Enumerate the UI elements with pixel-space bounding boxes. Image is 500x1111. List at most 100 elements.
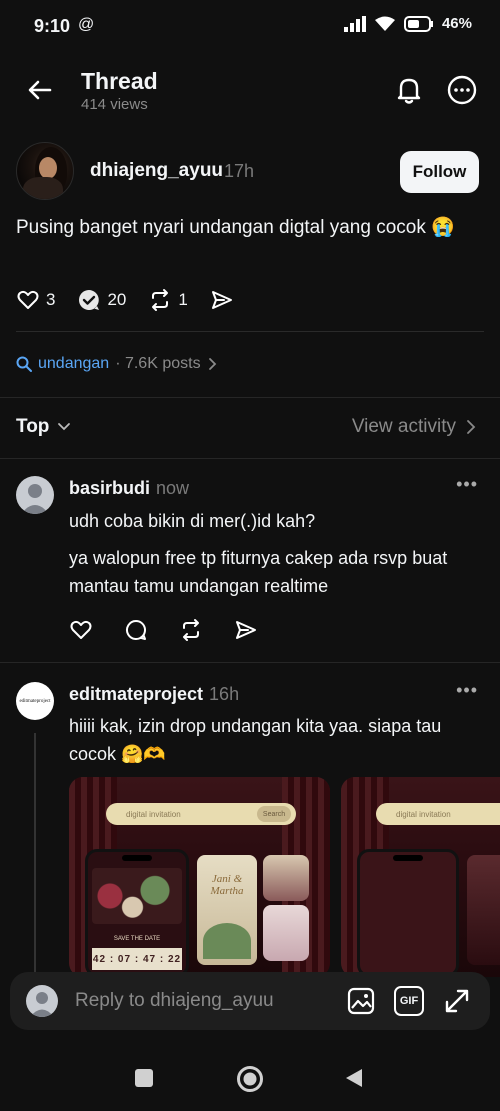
search-icon xyxy=(16,356,32,372)
repost-count: 1 xyxy=(178,290,188,309)
phone-mockup xyxy=(357,849,459,977)
post-actions: 3 20 1 xyxy=(16,286,256,314)
my-avatar xyxy=(26,985,58,1017)
reply-count: 20 xyxy=(107,290,127,309)
view-count: 414 views xyxy=(81,96,148,113)
status-time: 9:10 xyxy=(34,16,71,36)
signal-icon xyxy=(343,15,366,32)
sort-dropdown[interactable]: Top xyxy=(16,416,71,438)
reply-text: udh coba bikin di mer(.)id kah? xyxy=(69,511,316,531)
reply-username[interactable]: editmateproject 16h xyxy=(69,684,239,705)
like-button[interactable]: 3 xyxy=(16,288,55,312)
divider xyxy=(16,331,484,332)
topic-post-count: · 7.6K posts xyxy=(115,355,201,372)
repost-icon xyxy=(152,289,169,311)
post-timestamp: 17h xyxy=(224,161,255,181)
section-divider xyxy=(0,662,500,663)
reply-input[interactable]: Reply to dhiajeng_ayuu xyxy=(75,990,274,1012)
recents-icon[interactable] xyxy=(133,1067,155,1089)
home-icon[interactable] xyxy=(236,1065,264,1093)
reply-username-text: editmateproject xyxy=(69,684,204,704)
phone-mockup: SAVE THE DATE 42 : 07 : 47 : 22 xyxy=(85,849,189,977)
invitation-card xyxy=(467,855,500,965)
expand-icon[interactable] xyxy=(442,986,472,1016)
invitation-card xyxy=(263,905,309,961)
comment-icon[interactable] xyxy=(124,618,148,642)
reply-compose-bar[interactable]: Reply to dhiajeng_ayuu GIF xyxy=(10,972,490,1030)
reply-username[interactable]: basirbudi now xyxy=(69,478,189,499)
reply-avatar[interactable]: editmateproject xyxy=(16,682,54,720)
chevron-right-icon xyxy=(208,358,216,370)
phone-notch xyxy=(393,855,423,861)
more-options-icon[interactable] xyxy=(446,74,478,106)
reply-timestamp: now xyxy=(156,478,190,498)
back-icon[interactable] xyxy=(344,1067,364,1089)
share-button[interactable] xyxy=(210,288,234,312)
invitation-card xyxy=(263,855,309,901)
system-nav-bar xyxy=(0,1050,500,1111)
image-search-text: digital invitation xyxy=(126,809,181,819)
reply-timestamp: 16h xyxy=(209,684,240,704)
thread-connector-line xyxy=(34,733,36,973)
thread-header: Thread 414 views xyxy=(0,60,500,120)
avatar-body xyxy=(23,177,63,199)
repost-button[interactable]: 1 xyxy=(148,288,188,312)
verified-reply-icon xyxy=(79,290,100,310)
save-date-text: SAVE THE DATE xyxy=(113,936,161,942)
battery-icon xyxy=(403,15,433,32)
author-username[interactable]: dhiajeng_ayuu xyxy=(90,160,223,182)
threads-notification-icon: @ xyxy=(78,16,95,33)
reply-text: ya walopun free tp fiturnya cakep ada rs… xyxy=(69,548,448,596)
author-avatar[interactable] xyxy=(16,142,74,200)
reply-text: hiiii kak, izin drop undangan kita yaa. … xyxy=(69,716,442,764)
countdown-timer: 42 : 07 : 47 : 22 xyxy=(92,948,182,970)
send-icon[interactable] xyxy=(234,618,258,642)
post-text: Pusing banget nyari undangan digtal yang… xyxy=(16,217,455,238)
reply-avatar[interactable] xyxy=(16,476,54,514)
avatar-face xyxy=(39,157,57,179)
default-avatar-icon xyxy=(30,992,54,1017)
sort-label: Top xyxy=(16,416,50,437)
section-divider xyxy=(0,397,500,398)
reply-actions xyxy=(69,618,258,642)
status-right: 46% xyxy=(343,15,472,32)
wifi-icon xyxy=(374,16,395,31)
default-avatar-icon xyxy=(21,484,49,514)
sort-bar: Top View activity xyxy=(0,412,500,442)
view-activity-link[interactable]: View activity xyxy=(352,416,476,438)
status-bar: 9:10 @ 46% xyxy=(0,0,500,52)
like-count: 3 xyxy=(46,290,56,309)
page-title: Thread xyxy=(81,68,158,94)
follow-button[interactable]: Follow xyxy=(400,151,479,193)
reply-more-button[interactable]: ••• xyxy=(456,474,478,495)
chevron-down-icon xyxy=(58,423,71,431)
view-activity-label: View activity xyxy=(351,416,456,437)
media-image[interactable]: digital invitation xyxy=(341,777,500,977)
battery-percent: 46% xyxy=(441,15,472,32)
floral-artwork xyxy=(92,868,182,924)
image-search-text: digital invitation xyxy=(396,809,451,819)
topic-name: undangan xyxy=(38,355,110,372)
topic-tag[interactable]: undangan · 7.6K posts xyxy=(16,355,219,373)
send-icon xyxy=(211,291,232,309)
back-arrow-icon[interactable] xyxy=(24,74,56,106)
invitation-card: Jani & Martha xyxy=(197,855,257,965)
palm-artwork xyxy=(203,923,251,959)
chevron-right-icon xyxy=(467,420,476,434)
image-icon[interactable] xyxy=(346,986,376,1016)
reply-button[interactable]: 20 xyxy=(77,288,126,312)
reply-more-button[interactable]: ••• xyxy=(456,680,478,701)
repost-icon[interactable] xyxy=(179,618,203,642)
invitation-names: Jani & Martha xyxy=(210,873,244,897)
gif-button[interactable]: GIF xyxy=(394,986,424,1016)
heart-icon xyxy=(17,290,39,309)
heart-icon[interactable] xyxy=(69,618,93,642)
reply-username-text: basirbudi xyxy=(69,478,151,498)
brand-logo-text: editmateproject xyxy=(19,698,51,704)
image-search-button: Search xyxy=(257,806,291,822)
phone-notch xyxy=(122,855,152,861)
media-image[interactable]: digital invitation Search SAVE THE DATE … xyxy=(69,777,330,977)
section-divider xyxy=(0,458,500,459)
image-search-bar: digital invitation xyxy=(376,803,500,825)
bell-icon[interactable] xyxy=(393,74,425,106)
